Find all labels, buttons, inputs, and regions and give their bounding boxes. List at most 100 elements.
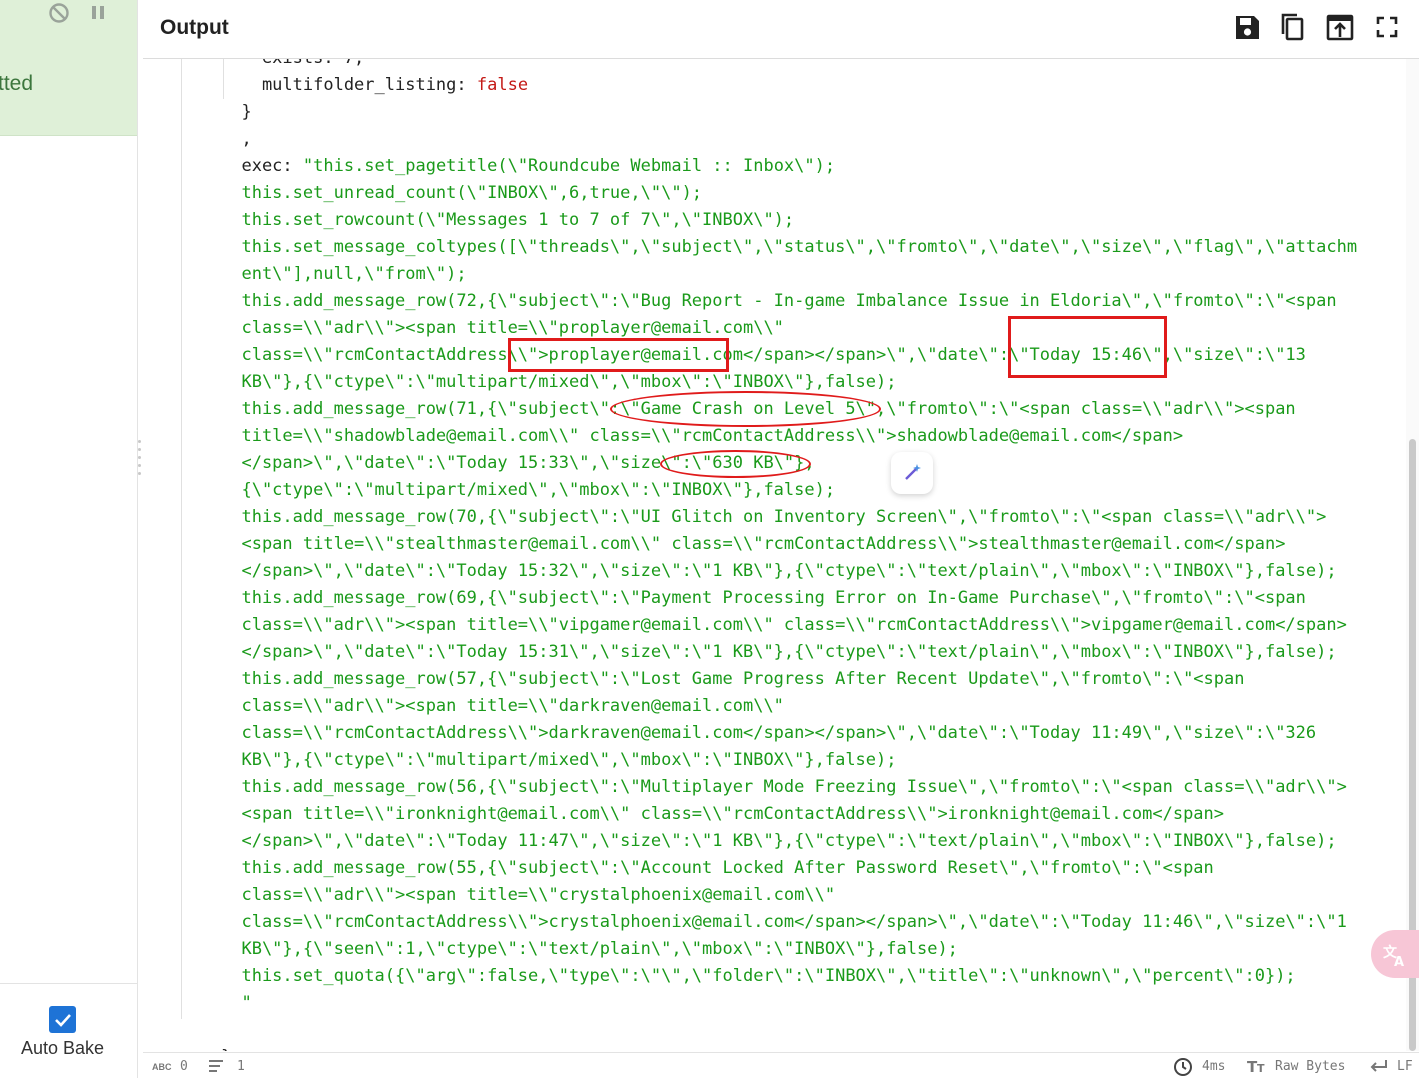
output-token: , (221, 129, 252, 149)
output-code: exists: 7, multifolder_listing: false } … (221, 59, 1357, 1051)
length-value: 0 (180, 1059, 188, 1074)
output-token: multifolder_listing: (221, 75, 477, 95)
output-token: this.add_message_row(69,{\"subject\":\"P… (221, 588, 1306, 608)
output-line: </span>\",\"date\":\"Today 11:47\",\"siz… (221, 828, 1357, 855)
output-line: multifolder_listing: false (221, 72, 1357, 99)
output-token: this.set_message_coltypes([\"threads\",\… (221, 237, 1358, 257)
output-token: this.set_unread_count(\"INBOX\",6,true,\… (221, 183, 703, 203)
output-header: Output (143, 0, 1419, 59)
output-token: class=\\"rcmContactAddress\\">darkraven@… (221, 723, 1317, 743)
output-token: </span>\",\"date\":\"Today 15:32\",\"siz… (221, 561, 1337, 581)
output-token: class=\\"adr\\"><span title=\\"proplayer… (221, 318, 784, 338)
output-line: } (221, 99, 1357, 126)
annotation-ellipse-size (660, 450, 811, 478)
output-line: <span title=\\"ironknight@email.com\\" c… (221, 801, 1357, 828)
bake-status-area: tted (0, 0, 137, 136)
output-token: {\"ctype\":\"multipart/mixed\",\"mbox\":… (221, 480, 836, 500)
output-token: class=\\"rcmContactAddress\\">crystalpho… (221, 912, 1347, 932)
replace-input-icon[interactable] (1325, 12, 1355, 42)
output-token: " (221, 993, 252, 1013)
font-icon: TT (1247, 1057, 1269, 1078)
output-token: false (476, 75, 529, 95)
output-token: } (221, 1047, 231, 1051)
output-token: class=\\"adr\\"><span title=\\"crystalph… (221, 885, 836, 905)
output-token: </span>\",\"date\":\"Today 15:31\",\"siz… (221, 642, 1337, 662)
output-line: , (221, 126, 1357, 153)
output-title: Output (160, 16, 229, 39)
panel-splitter-handle[interactable] (138, 440, 142, 488)
length-label: ABC (152, 1062, 172, 1072)
annotation-rect-date (1008, 316, 1167, 378)
translate-icon: 文A (1383, 944, 1404, 968)
output-token: KB\"},{\"ctype\":\"multipart/mixed\",\"m… (221, 372, 897, 392)
output-line: class=\\"rcmContactAddress\\">darkraven@… (221, 720, 1357, 747)
output-token: } (221, 102, 252, 122)
lines-icon (207, 1057, 225, 1076)
save-icon[interactable] (1232, 12, 1262, 42)
output-line: ent\"],null,\"from\"); (221, 261, 1357, 288)
output-line: exists: 7, (221, 59, 1357, 72)
output-line: class=\\"adr\\"><span title=\\"crystalph… (221, 882, 1357, 909)
check-icon (54, 1013, 71, 1027)
output-line: KB\"},{\"seen\":1,\"ctype\":\"text/plain… (221, 936, 1357, 963)
output-line: this.set_unread_count(\"INBOX\",6,true,\… (221, 180, 1357, 207)
eol-sequence[interactable]: LF (1397, 1059, 1413, 1074)
output-line: KB\"},{\"ctype\":\"multipart/mixed\",\"m… (221, 747, 1357, 774)
bake-time: 4ms (1202, 1059, 1226, 1074)
status-bar: ABC 0 1 4ms TT Raw Bytes LF (143, 1052, 1419, 1079)
output-line: class=\\"adr\\"><span title=\\"vipgamer@… (221, 612, 1357, 639)
output-token: this.add_message_row(56,{\"subject\":\"M… (221, 777, 1347, 797)
output-token: ent\"],null,\"from\"); (221, 264, 467, 284)
newline-icon (1369, 1059, 1389, 1076)
output-token: title=\\"shadowblade@email.com\\" class=… (221, 426, 1184, 446)
output-line: class=\\"adr\\"><span title=\\"proplayer… (221, 315, 1357, 342)
output-encoding[interactable]: Raw Bytes (1275, 1059, 1345, 1074)
output-token: <span title=\\"stealthmaster@email.com\\… (221, 534, 1286, 554)
output-line: this.add_message_row(57,{\"subject\":\"L… (221, 666, 1357, 693)
output-token: exec: (221, 156, 303, 176)
output-token: this.add_message_row(72,{\"subject\":\"B… (221, 291, 1337, 311)
left-panel: tted Auto Bake (0, 0, 138, 1078)
output-line: this.set_quota({\"arg\":false,\"type\":\… (221, 963, 1357, 990)
output-text-area[interactable]: exists: 7, multifolder_listing: false } … (143, 59, 1406, 1051)
output-token: this.set_quota({\"arg\":false,\"type\":\… (221, 966, 1296, 986)
translate-button[interactable]: 文A (1371, 930, 1419, 978)
output-line: class=\\"adr\\"><span title=\\"darkraven… (221, 693, 1357, 720)
magic-wand-icon (905, 464, 921, 480)
clock-icon (1173, 1057, 1193, 1080)
output-line: this.set_rowcount(\"Messages 1 to 7 of 7… (221, 207, 1357, 234)
maximize-icon[interactable] (1372, 12, 1402, 42)
output-token: <span title=\\"ironknight@email.com\\" c… (221, 804, 1225, 824)
output-token: class=\\"adr\\"><span title=\\"darkraven… (221, 696, 784, 716)
output-token: KB\"},{\"ctype\":\"multipart/mixed\",\"m… (221, 750, 897, 770)
output-scrollbar[interactable] (1406, 59, 1419, 1051)
auto-bake-control: Auto Bake (0, 983, 137, 1079)
output-token: this.add_message_row(57,{\"subject\":\"L… (221, 669, 1245, 689)
auto-bake-label: Auto Bake (20, 1038, 105, 1058)
annotation-ellipse-subject (610, 391, 881, 427)
output-line: title=\\"shadowblade@email.com\\" class=… (221, 423, 1357, 450)
output-line: {\"ctype\":\"multipart/mixed\",\"mbox\":… (221, 477, 1357, 504)
output-token: this.set_rowcount(\"Messages 1 to 7 of 7… (221, 210, 795, 230)
magic-wand-button[interactable] (891, 452, 933, 494)
pause-icon[interactable] (88, 2, 110, 24)
auto-bake-checkbox[interactable] (49, 1006, 76, 1033)
output-token: class=\\"adr\\"><span title=\\"vipgamer@… (221, 615, 1347, 635)
copy-icon[interactable] (1278, 12, 1308, 42)
output-line: this.add_message_row(70,{\"subject\":\"U… (221, 504, 1357, 531)
disable-icon[interactable] (48, 2, 70, 24)
output-line: this.add_message_row(69,{\"subject\":\"P… (221, 585, 1357, 612)
output-line: this.set_message_coltypes([\"threads\",\… (221, 234, 1357, 261)
output-line: this.add_message_row(55,{\"subject\":\"A… (221, 855, 1357, 882)
output-line: <span title=\\"stealthmaster@email.com\\… (221, 531, 1357, 558)
output-token: KB\"},{\"seen\":1,\"ctype\":\"text/plain… (221, 939, 958, 959)
output-token: </span>\",\"date\":\"Today 11:47\",\"siz… (221, 831, 1337, 851)
output-line: " (221, 990, 1357, 1017)
output-token: this.add_message_row(70,{\"subject\":\"U… (221, 507, 1327, 527)
output-line: } (221, 1044, 1357, 1051)
output-line: exec: "this.set_pagetitle(\"Roundcube We… (221, 153, 1357, 180)
output-line: class=\\"rcmContactAddress\\">proplayer@… (221, 342, 1357, 369)
annotation-rect-sender (508, 338, 729, 372)
svg-text:A: A (1394, 955, 1404, 968)
